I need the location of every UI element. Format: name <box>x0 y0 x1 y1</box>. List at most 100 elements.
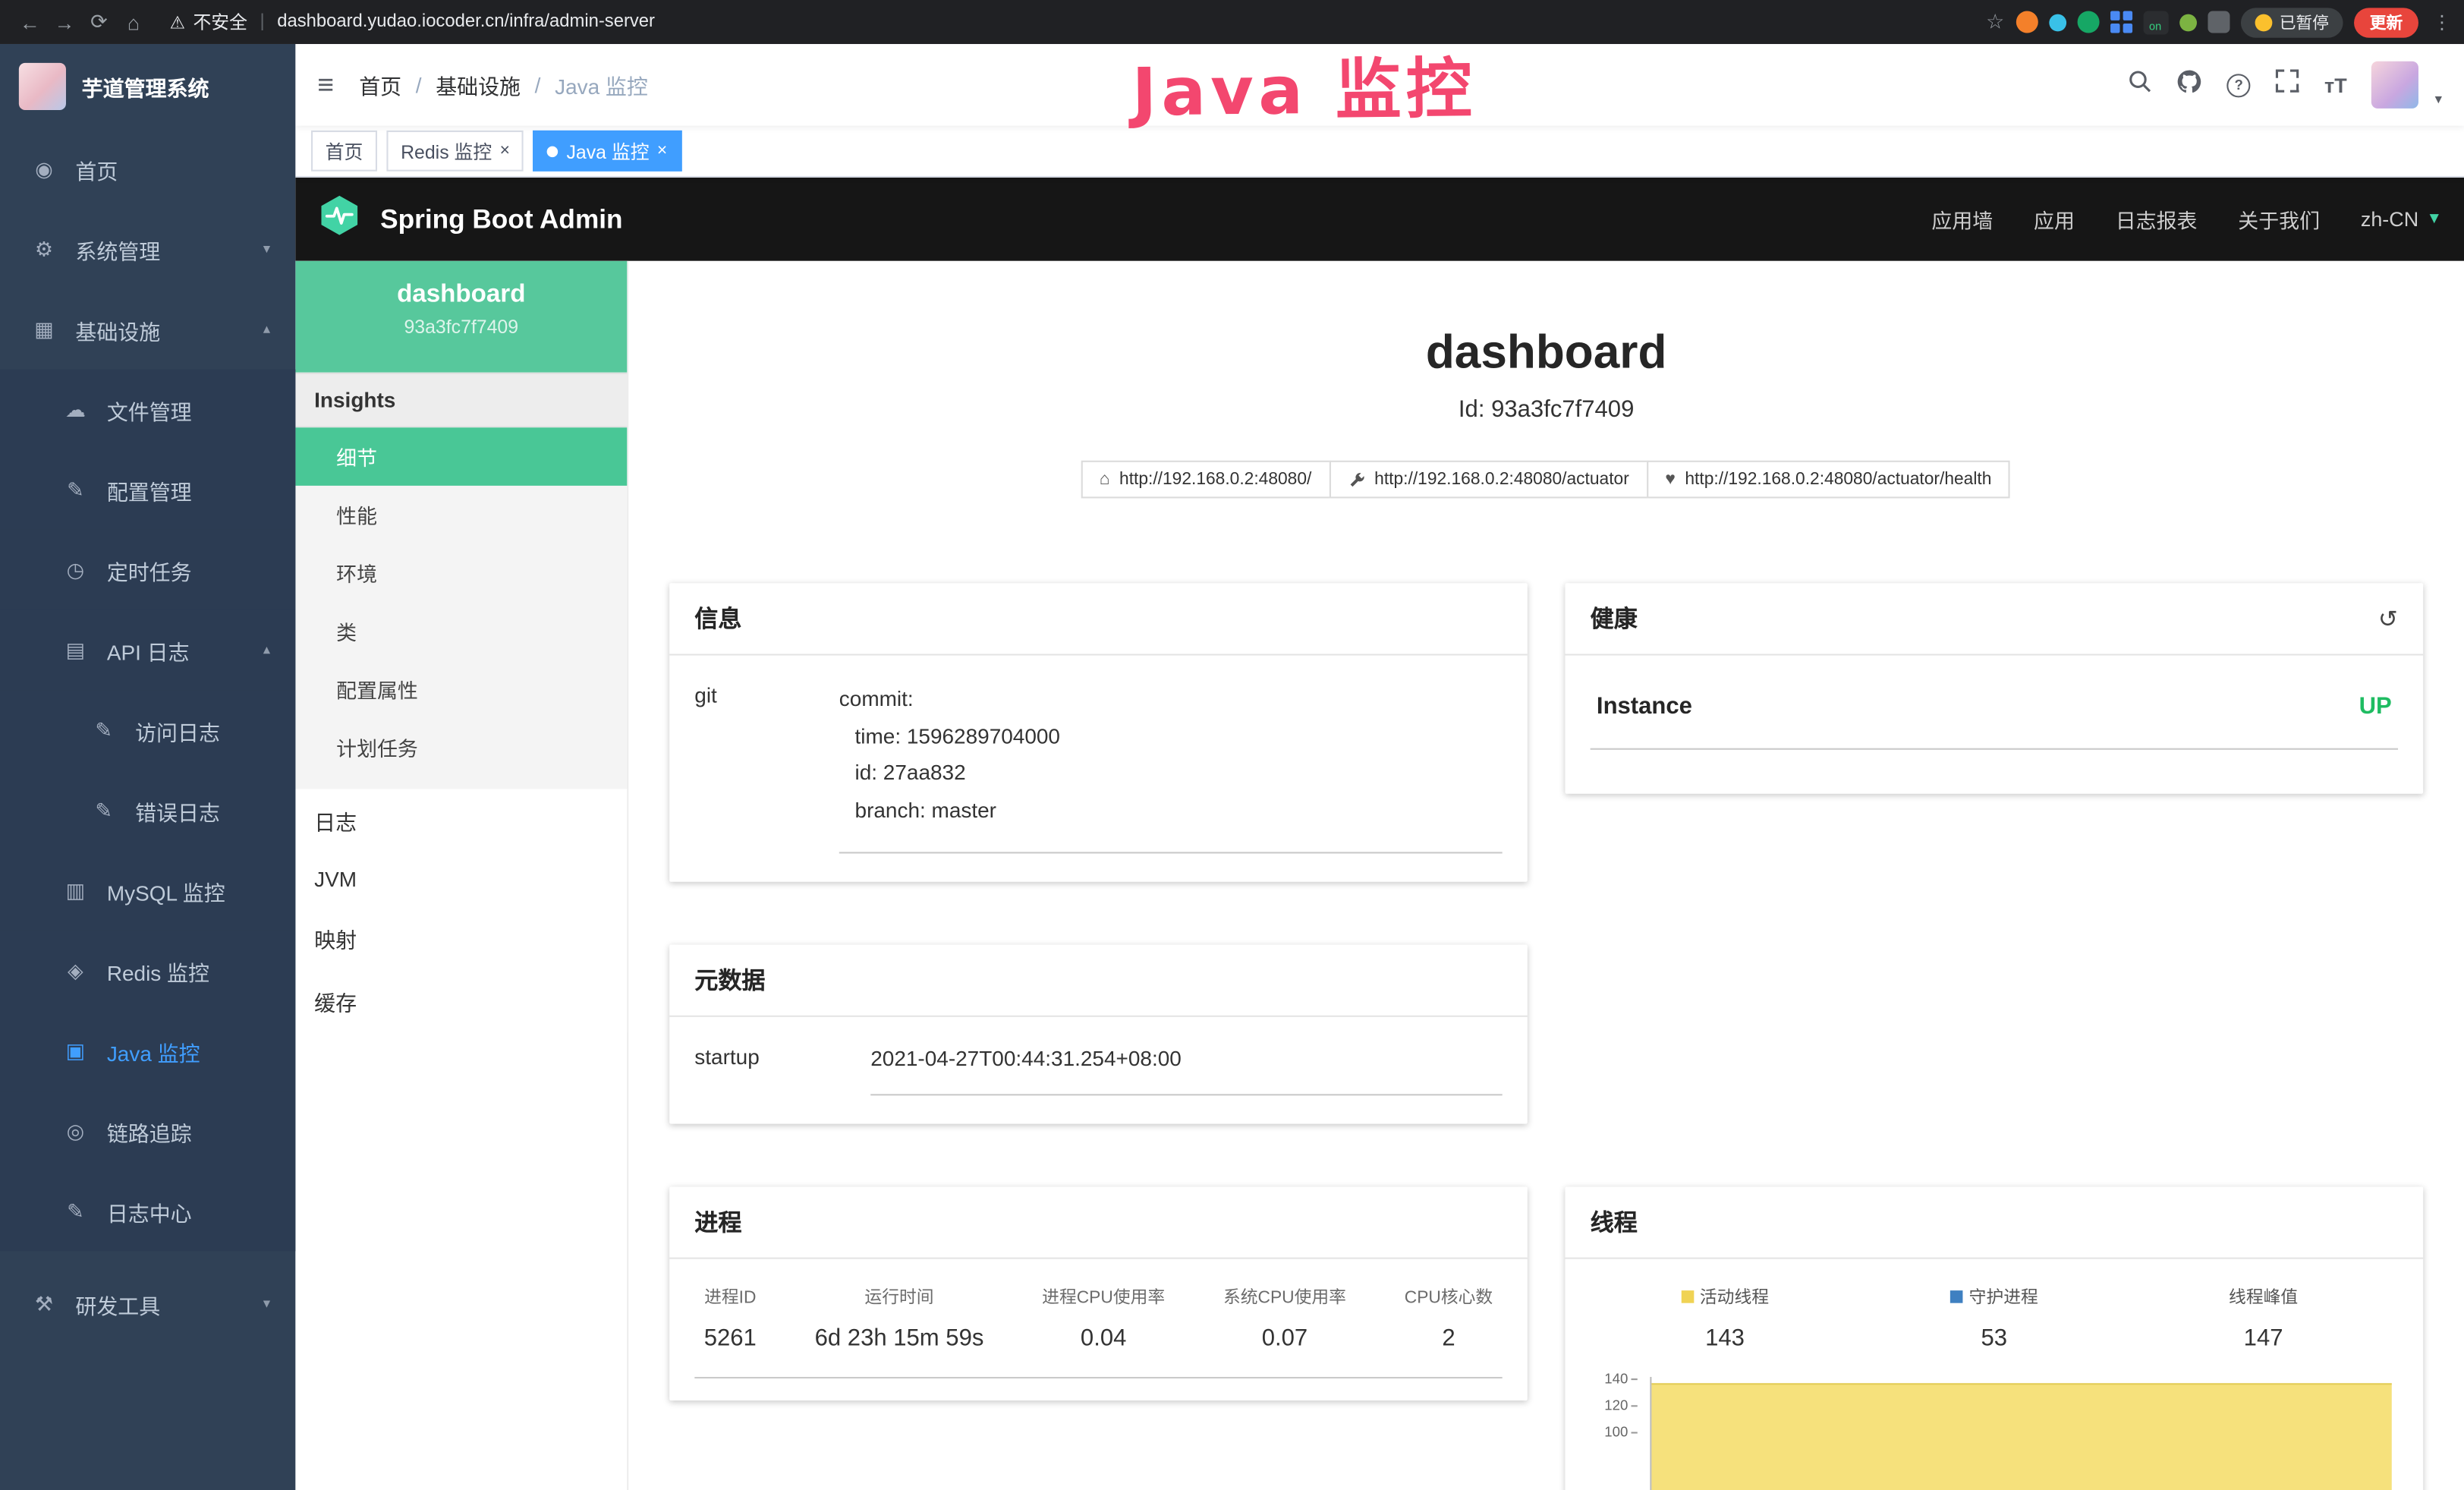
sba-item-classes[interactable]: 类 <box>295 602 627 660</box>
sba-item-logs[interactable]: 日志 <box>295 789 627 852</box>
extension-icon[interactable] <box>2077 11 2099 33</box>
user-avatar[interactable] <box>2372 61 2419 109</box>
hamburger-icon[interactable]: ≡ <box>317 68 334 101</box>
sba-item-environment[interactable]: 环境 <box>295 543 627 602</box>
forward-icon[interactable]: → <box>47 10 82 33</box>
sba-item-caches[interactable]: 缓存 <box>295 970 627 1033</box>
service-url-link[interactable]: ⌂ http://192.168.0.2:48080/ <box>1081 461 1330 499</box>
eye-icon: ◎ <box>63 1118 88 1143</box>
bookmark-star-icon[interactable]: ☆ <box>1986 9 2004 34</box>
browser-actions: ☆ on 已暂停 更新 ⋮ <box>1986 7 2451 36</box>
address-separator: | <box>260 13 264 32</box>
wrench-icon <box>1348 471 1365 488</box>
sidebar-item-error-log[interactable]: ✎ 错误日志 <box>0 770 295 851</box>
tab-redis-monitor[interactable]: Redis 监控 × <box>386 131 524 172</box>
metadata-card: 元数据 startup 2021-04-27T00:44:31.254+08:0… <box>669 944 1528 1124</box>
browser-home-icon[interactable]: ⌂ <box>116 10 151 33</box>
breadcrumb-home[interactable]: 首页 <box>359 69 401 100</box>
sidebar-item-system[interactable]: ⚙ 系统管理 ▾ <box>0 209 295 289</box>
sidebar-item-api-log[interactable]: ▤ API 日志 ▴ <box>0 610 295 690</box>
sidebar-item-mysql-monitor[interactable]: ▥ MySQL 监控 <box>0 850 295 931</box>
instance-links: ⌂ http://192.168.0.2:48080/ http://192.1… <box>669 461 2423 499</box>
profile-paused-badge[interactable]: 已暂停 <box>2240 7 2343 36</box>
sidebar-item-dev-tools[interactable]: ⚒ 研发工具 ▾ <box>0 1264 295 1344</box>
security-label: 不安全 <box>193 9 247 34</box>
legend-square-icon <box>1681 1290 1694 1303</box>
extension-on-badge[interactable]: on <box>2143 10 2168 33</box>
info-row-git: git commit: time: 1596289704000 id: 27aa… <box>694 681 1502 853</box>
history-icon[interactable]: ↺ <box>2378 604 2398 632</box>
breadcrumb-infra[interactable]: 基础设施 <box>436 69 521 100</box>
sba-brand-title: Spring Boot Admin <box>380 203 622 235</box>
sba-item-scheduled-tasks[interactable]: 计划任务 <box>295 718 627 777</box>
breadcrumb: 首页 / 基础设施 / Java 监控 <box>359 69 648 100</box>
sidebar-item-access-log[interactable]: ✎ 访问日志 <box>0 690 295 770</box>
reload-icon[interactable]: ⟳ <box>82 9 117 34</box>
extension-icon[interactable] <box>2179 14 2196 31</box>
health-card-title: 健康 <box>1591 602 1638 635</box>
sba-nav-about[interactable]: 关于我们 <box>2238 204 2320 234</box>
fullscreen-icon[interactable] <box>2276 69 2299 100</box>
url-text: dashboard.yudao.iocoder.cn/infra/admin-s… <box>277 13 655 32</box>
locale-select[interactable]: zh-CN ▼ <box>2361 207 2442 231</box>
process-card-title: 进程 <box>669 1187 1528 1259</box>
admin-sidebar: 芋道管理系统 ◉ 首页 ⚙ 系统管理 ▾ ▦ 基础设施 ▴ ☁ 文件管理 ✎ 配… <box>0 44 295 1490</box>
extension-icon[interactable] <box>2110 11 2132 33</box>
metadata-row-startup: startup 2021-04-27T00:44:31.254+08:00 <box>694 1041 1502 1096</box>
sidebar-item-log-center[interactable]: ✎ 日志中心 <box>0 1171 295 1252</box>
error-log-icon: ✎ <box>91 798 116 823</box>
page-title: dashboard <box>669 324 2423 384</box>
tab-home[interactable]: 首页 <box>311 131 377 172</box>
sidebar-item-file-manage[interactable]: ☁ 文件管理 <box>0 370 295 450</box>
sba-item-mappings[interactable]: 映射 <box>295 907 627 970</box>
address-bar[interactable]: ⚠ 不安全 | dashboard.yudao.iocoder.cn/infra… <box>170 9 655 34</box>
status-badge: UP <box>2359 693 2392 720</box>
home-icon: ◉ <box>31 156 56 181</box>
close-icon[interactable]: × <box>500 141 510 160</box>
sba-nav-applications[interactable]: 应用 <box>2034 204 2075 234</box>
tools-icon: ⚒ <box>31 1291 56 1316</box>
search-icon[interactable] <box>2128 69 2151 100</box>
extension-icon[interactable] <box>2048 14 2066 31</box>
caret-down-icon[interactable]: ▾ <box>2435 91 2442 109</box>
health-instance-row[interactable]: Instance UP <box>1591 687 2398 750</box>
legend-live-threads: 活动线程 143 <box>1591 1284 1860 1352</box>
actuator-url-link[interactable]: http://192.168.0.2:48080/actuator <box>1329 461 1648 499</box>
extension-icon[interactable] <box>2016 11 2038 33</box>
sba-nav-journal[interactable]: 日志报表 <box>2116 204 2198 234</box>
info-card: 信息 git commit: time: 1596289704000 id: 2… <box>669 583 1528 880</box>
github-icon[interactable] <box>2176 68 2201 101</box>
sidebar-item-config-manage[interactable]: ✎ 配置管理 <box>0 449 295 530</box>
app-logo[interactable]: 芋道管理系统 <box>0 44 295 129</box>
browser-menu-icon[interactable]: ⋮ <box>2433 11 2452 33</box>
sba-brand[interactable]: Spring Boot Admin <box>317 194 622 245</box>
sidebar-item-trace[interactable]: ◎ 链路追踪 <box>0 1091 295 1171</box>
live-threads-area <box>1651 1383 2391 1490</box>
sba-item-metrics[interactable]: 性能 <box>295 486 627 544</box>
sidebar-item-redis-monitor[interactable]: ◈ Redis 监控 <box>0 931 295 1011</box>
sba-item-jvm[interactable]: JVM <box>295 852 627 906</box>
tags-view-bar: 首页 Redis 监控 × Java 监控 × <box>295 126 2464 178</box>
sba-nav-wallboard[interactable]: 应用墙 <box>1931 204 1993 234</box>
sidebar-item-java-monitor[interactable]: ▣ Java 监控 <box>0 1011 295 1092</box>
extensions-puzzle-icon[interactable] <box>2207 11 2229 33</box>
sba-item-config-props[interactable]: 配置属性 <box>295 660 627 719</box>
threads-legend: 活动线程 143 守护进程 53 线程峰值 147 <box>1591 1284 2398 1352</box>
process-col-cpu-cores: CPU核心数 2 <box>1405 1284 1493 1352</box>
legend-peak-threads: 线程峰值 147 <box>2129 1284 2398 1352</box>
instance-header[interactable]: dashboard 93a3fc7f7409 <box>295 261 627 373</box>
y-tick: 140 <box>1591 1371 1638 1387</box>
font-size-icon[interactable]: ᴛT <box>2324 73 2347 96</box>
health-url-link[interactable]: ♥ http://192.168.0.2:48080/actuator/heal… <box>1647 461 2011 499</box>
main-column: ≡ 首页 / 基础设施 / Java 监控 ? ᴛT <box>295 44 2464 1490</box>
sidebar-item-scheduled-job[interactable]: ◷ 定时任务 <box>0 530 295 610</box>
help-icon[interactable]: ? <box>2227 73 2251 96</box>
back-icon[interactable]: ← <box>13 10 48 33</box>
sidebar-item-home[interactable]: ◉ 首页 <box>0 129 295 209</box>
sidebar-item-infra[interactable]: ▦ 基础设施 ▴ <box>0 289 295 370</box>
insights-section-title: Insights <box>295 373 627 427</box>
tab-java-monitor[interactable]: Java 监控 × <box>533 131 681 172</box>
close-icon[interactable]: × <box>657 141 667 160</box>
sba-item-details[interactable]: 细节 <box>295 427 627 486</box>
chrome-update-button[interactable]: 更新 <box>2354 7 2418 36</box>
